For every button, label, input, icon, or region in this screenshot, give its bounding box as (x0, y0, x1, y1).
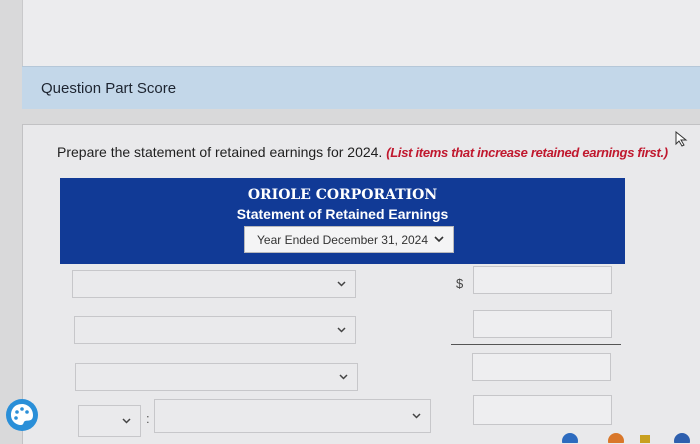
row-2-item-dropdown[interactable] (74, 316, 356, 344)
top-panel (22, 0, 700, 66)
statement-title: Statement of Retained Earnings (236, 206, 449, 222)
period-dropdown[interactable]: Year Ended December 31, 2024 (244, 226, 454, 253)
chevron-down-icon (434, 236, 444, 243)
chevron-down-icon (122, 418, 131, 424)
currency-symbol: $ (456, 276, 464, 291)
row-4-item-dropdown[interactable] (154, 399, 431, 433)
chevron-down-icon (337, 281, 346, 287)
score-label: Question Part Score (41, 80, 177, 97)
question-part-score-bar: Question Part Score (22, 66, 700, 109)
row-2-amount-input[interactable] (473, 310, 612, 338)
chevron-down-icon (412, 413, 421, 419)
statement-header: ORIOLE CORPORATION Statement of Retained… (60, 178, 625, 264)
cursor-icon (675, 131, 688, 147)
row-4-amount-input[interactable] (473, 395, 612, 425)
row-1-item-dropdown[interactable] (72, 270, 356, 298)
chevron-down-icon (339, 374, 348, 380)
row-1-amount-input[interactable] (473, 266, 612, 294)
row-4-separator: : (146, 411, 150, 426)
instruction-emphasis: (List items that increase retained earni… (386, 145, 668, 160)
subtotal-rule (451, 344, 621, 345)
company-name: ORIOLE CORPORATION (247, 187, 438, 203)
period-value: Year Ended December 31, 2024 (257, 233, 429, 247)
chevron-down-icon (337, 327, 346, 333)
row-3-item-dropdown[interactable] (75, 363, 358, 391)
taskbar-icons (562, 433, 690, 443)
row-3-amount-input[interactable] (472, 353, 611, 381)
instruction-text: Prepare the statement of retained earnin… (57, 144, 383, 160)
palette-icon[interactable] (4, 397, 40, 433)
question-instruction: Prepare the statement of retained earnin… (57, 144, 668, 160)
row-4-prefix-dropdown[interactable] (78, 405, 141, 437)
